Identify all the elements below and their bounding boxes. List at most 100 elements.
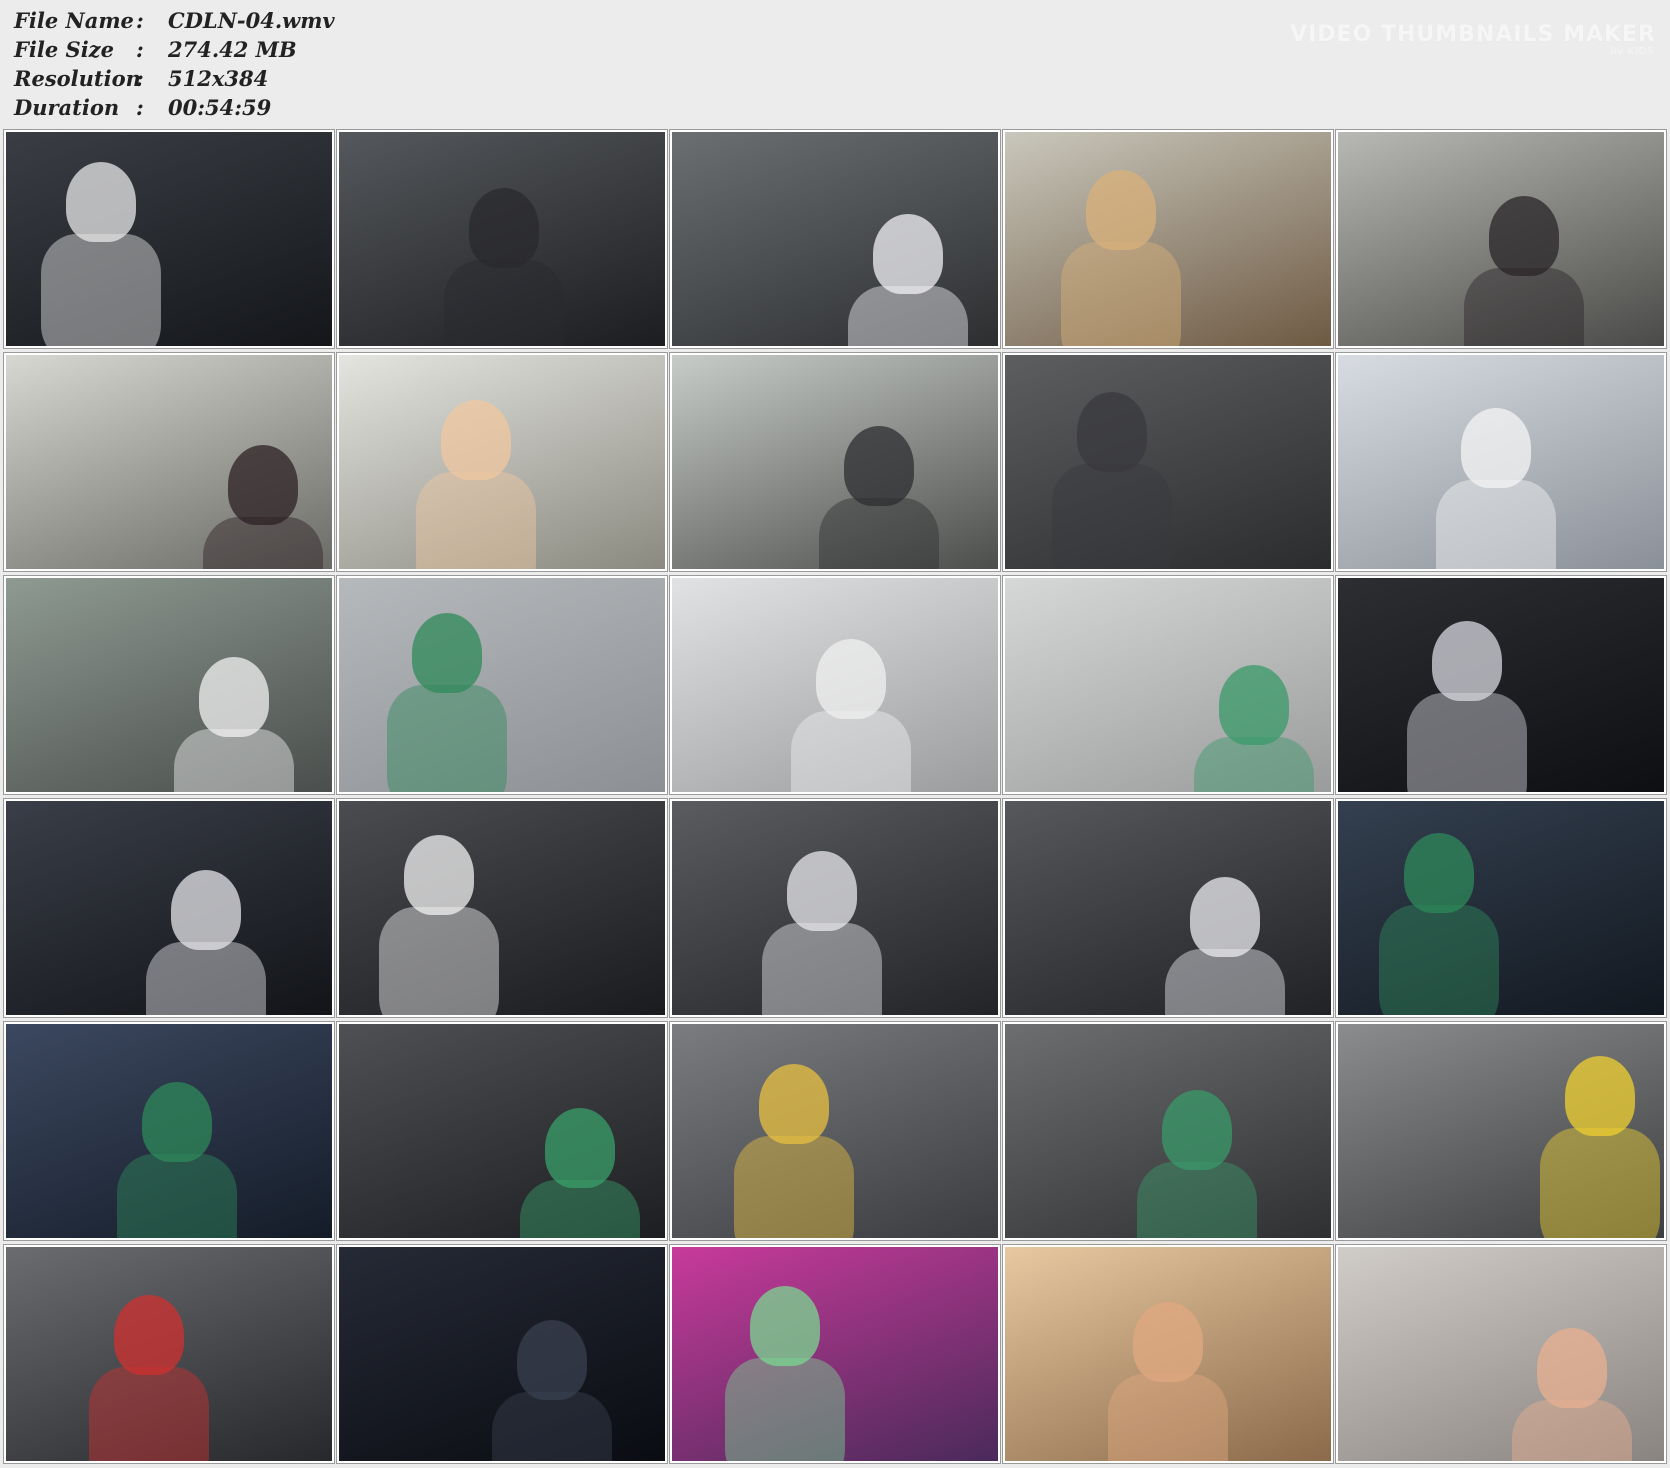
- file-info-panel: File Name : CDLN-04.wmv File Size : 274.…: [14, 6, 335, 122]
- watermark-subtitle: by KIDS: [1609, 46, 1654, 57]
- subject-silhouette: [66, 162, 136, 242]
- duration-label: Duration: [14, 95, 120, 120]
- subject-silhouette: [1218, 664, 1289, 745]
- subject-silhouette: [815, 638, 886, 719]
- subject-body: [762, 923, 883, 1015]
- subject-body: [1052, 464, 1173, 569]
- separator: :: [136, 8, 144, 33]
- thumbnail-frame: [670, 576, 1000, 794]
- subject-body: [444, 259, 565, 346]
- separator: :: [136, 37, 144, 62]
- thumbnail-frame: [1003, 353, 1333, 571]
- subject-silhouette: [844, 426, 915, 507]
- subject-body: [378, 907, 499, 1015]
- subject-body: [88, 1366, 209, 1461]
- thumbnail-frame: [670, 353, 1000, 571]
- file-size-value: 274.42 MB: [168, 37, 297, 62]
- subject-body: [819, 498, 940, 569]
- subject-body: [1060, 241, 1181, 346]
- thumbnail-frame: [1003, 576, 1333, 794]
- thumbnail-frame: [1336, 576, 1666, 794]
- thumbnail-grid: [4, 130, 1666, 1463]
- subject-silhouette: [1190, 877, 1261, 958]
- subject-body: [1193, 736, 1314, 792]
- thumbnail-frame: [1003, 1022, 1333, 1240]
- file-size-label: File Size: [14, 37, 114, 62]
- thumbnail-frame: [1003, 130, 1333, 348]
- thumbnail-frame: [337, 576, 667, 794]
- subject-silhouette: [516, 1320, 587, 1401]
- subject-silhouette: [1403, 833, 1474, 914]
- subject-silhouette: [1161, 1089, 1232, 1170]
- subject-silhouette: [872, 213, 943, 294]
- thumbnail-frame: [670, 1022, 1000, 1240]
- file-name-row: File Name : CDLN-04.wmv: [14, 6, 335, 35]
- thumbnail-frame: [1336, 130, 1666, 348]
- subject-body: [1165, 949, 1286, 1015]
- thumbnail-frame: [4, 799, 334, 1017]
- thumbnail-frame: [1336, 799, 1666, 1017]
- thumbnail-frame: [1003, 1245, 1333, 1463]
- thumbnail-frame: [670, 130, 1000, 348]
- subject-silhouette: [1536, 1328, 1607, 1409]
- subject-body: [202, 516, 323, 569]
- subject-silhouette: [1460, 408, 1531, 489]
- subject-body: [1407, 692, 1528, 792]
- duration-row: Duration : 00:54:59: [14, 93, 335, 122]
- subject-body: [1464, 267, 1585, 346]
- subject-body: [520, 1179, 641, 1238]
- subject-silhouette: [199, 657, 269, 737]
- thumbnail-frame: [337, 1245, 667, 1463]
- subject-silhouette: [403, 835, 474, 916]
- subject-body: [733, 1135, 854, 1238]
- subject-body: [847, 285, 968, 346]
- subject-silhouette: [113, 1294, 184, 1375]
- subject-body: [41, 234, 161, 346]
- thumbnail-frame: [670, 799, 1000, 1017]
- subject-body: [174, 729, 294, 792]
- subject-silhouette: [1489, 195, 1560, 276]
- resolution-label: Resolution: [14, 66, 141, 91]
- subject-silhouette: [1565, 1055, 1636, 1136]
- thumbnail-frame: [4, 353, 334, 571]
- subject-body: [790, 710, 911, 792]
- resolution-row: Resolution : 512x384: [14, 64, 335, 93]
- subject-silhouette: [440, 400, 511, 481]
- subject-body: [1136, 1161, 1257, 1238]
- subject-silhouette: [1085, 169, 1156, 250]
- subject-silhouette: [227, 444, 298, 525]
- subject-silhouette: [750, 1286, 821, 1367]
- file-size-row: File Size : 274.42 MB: [14, 35, 335, 64]
- subject-silhouette: [758, 1063, 829, 1144]
- resolution-value: 512x384: [168, 66, 269, 91]
- thumbnail-frame: [337, 130, 667, 348]
- subject-body: [1511, 1400, 1632, 1461]
- thumbnail-frame: [670, 1245, 1000, 1463]
- subject-body: [117, 1154, 237, 1238]
- thumbnail-frame: [4, 1245, 334, 1463]
- thumbnail-frame: [1336, 1245, 1666, 1463]
- subject-body: [1435, 480, 1556, 569]
- subject-body: [415, 472, 536, 569]
- subject-body: [1540, 1127, 1661, 1238]
- subject-silhouette: [545, 1107, 616, 1188]
- subject-silhouette: [1077, 392, 1148, 473]
- thumbnail-frame: [337, 1022, 667, 1240]
- subject-silhouette: [1133, 1302, 1204, 1383]
- subject-silhouette: [170, 869, 241, 950]
- file-name-label: File Name: [14, 8, 134, 33]
- subject-body: [145, 941, 266, 1015]
- duration-value: 00:54:59: [168, 95, 272, 120]
- thumbnail-frame: [337, 353, 667, 571]
- subject-body: [1108, 1374, 1229, 1461]
- watermark-title: VIDEO THUMBNAILS MAKER: [1290, 22, 1656, 47]
- thumbnail-frame: [1336, 1022, 1666, 1240]
- subject-body: [725, 1358, 846, 1461]
- thumbnail-frame: [4, 576, 334, 794]
- subject-body: [491, 1392, 612, 1461]
- subject-silhouette: [142, 1082, 212, 1162]
- subject-body: [1378, 905, 1499, 1015]
- thumbnail-frame: [337, 799, 667, 1017]
- thumbnail-frame: [4, 130, 334, 348]
- thumbnail-frame: [4, 1022, 334, 1240]
